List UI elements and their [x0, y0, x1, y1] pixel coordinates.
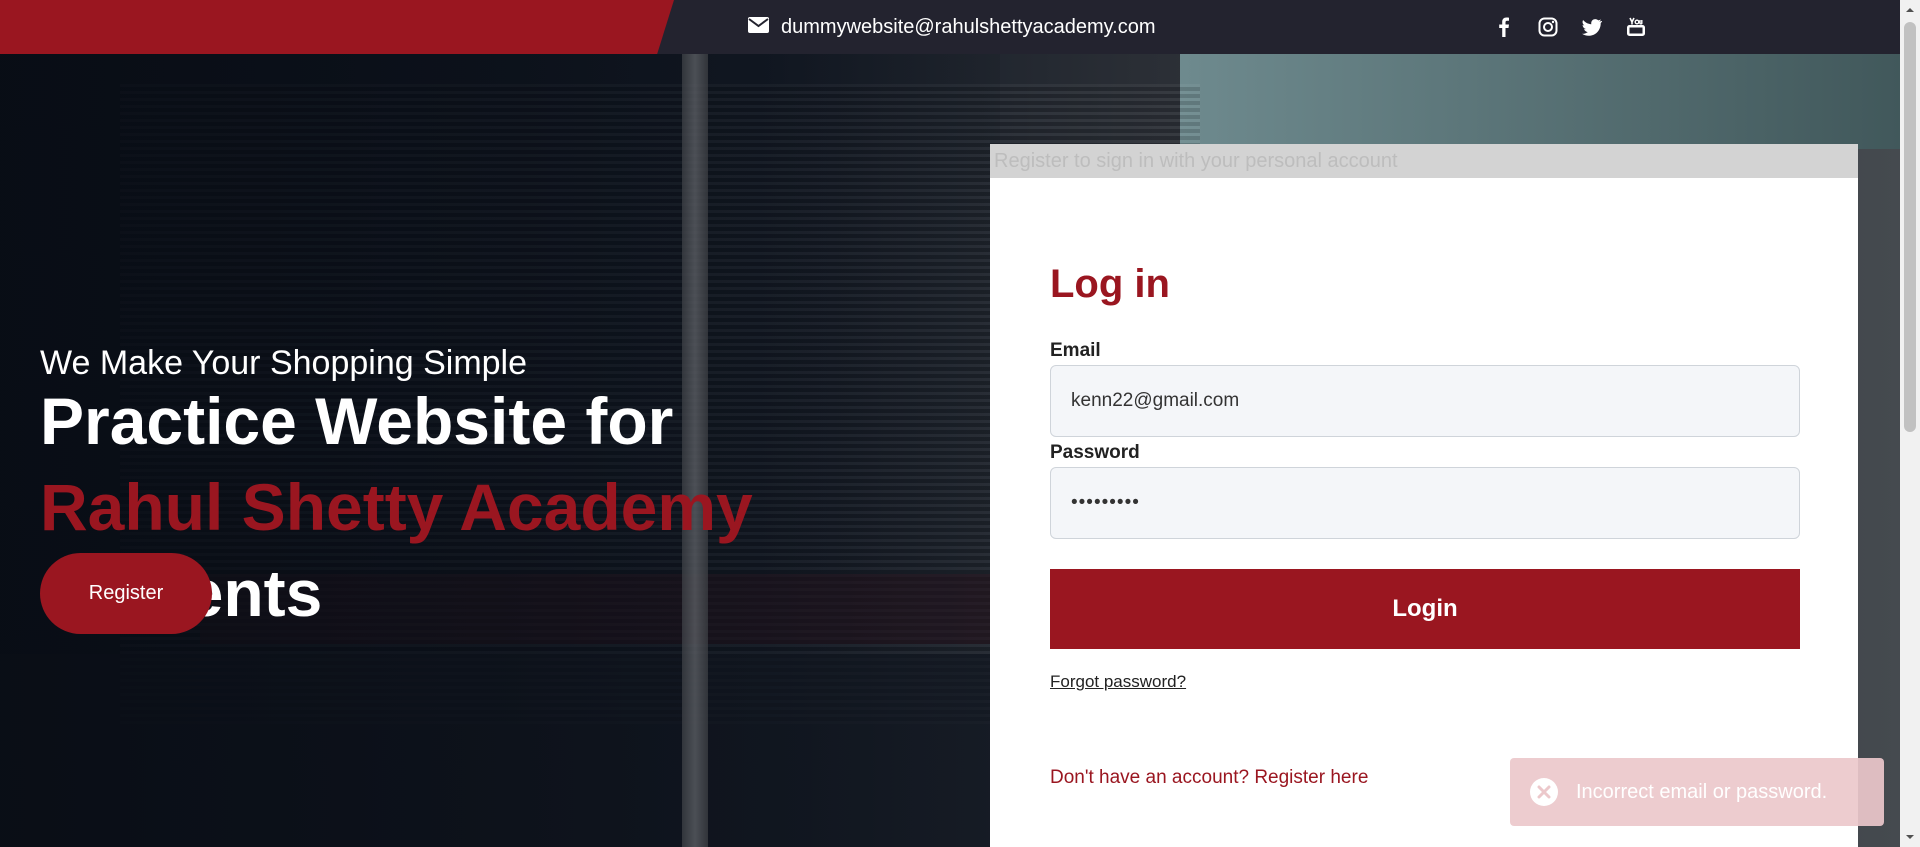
twitter-icon[interactable]: [1581, 16, 1603, 38]
envelope-icon: [748, 16, 769, 39]
facebook-icon[interactable]: [1493, 16, 1515, 38]
page-scrollbar[interactable]: [1900, 0, 1920, 847]
contact-email-text: dummywebsite@rahulshettyacademy.com: [781, 15, 1156, 38]
hero-sky: [1180, 54, 1900, 149]
error-toast: Incorrect email or password.: [1510, 758, 1884, 826]
social-links: [1493, 0, 1647, 54]
login-card-banner: Register to sign in with your personal a…: [990, 144, 1858, 178]
instagram-icon[interactable]: [1537, 16, 1559, 38]
hero-register-button[interactable]: Register: [40, 553, 212, 634]
email-label: Email: [1050, 340, 1101, 361]
scrollbar-thumb[interactable]: [1904, 22, 1916, 432]
close-circle-icon: [1530, 778, 1558, 806]
brand-wedge: [0, 0, 674, 54]
login-button[interactable]: Login: [1050, 569, 1800, 649]
login-title: Log in: [1050, 262, 1170, 306]
register-link[interactable]: Don't have an account? Register here: [1050, 767, 1368, 789]
toast-message: Incorrect email or password.: [1576, 780, 1828, 803]
contact-email: dummywebsite@rahulshettyacademy.com: [748, 0, 1156, 54]
email-field[interactable]: kenn22@gmail.com: [1050, 365, 1800, 437]
headline-part1: Practice Website for: [40, 384, 674, 458]
scroll-down-icon[interactable]: [1905, 832, 1915, 842]
forgot-password-link[interactable]: Forgot password?: [1050, 672, 1186, 692]
login-card: Register to sign in with your personal a…: [990, 144, 1858, 847]
password-label: Password: [1050, 442, 1140, 463]
password-field[interactable]: •••••••••: [1050, 467, 1800, 539]
top-bar: dummywebsite@rahulshettyacademy.com: [0, 0, 1900, 54]
scroll-up-icon[interactable]: [1905, 5, 1915, 15]
youtube-icon[interactable]: [1625, 16, 1647, 38]
headline-accent: Rahul Shetty Academy: [40, 470, 753, 544]
